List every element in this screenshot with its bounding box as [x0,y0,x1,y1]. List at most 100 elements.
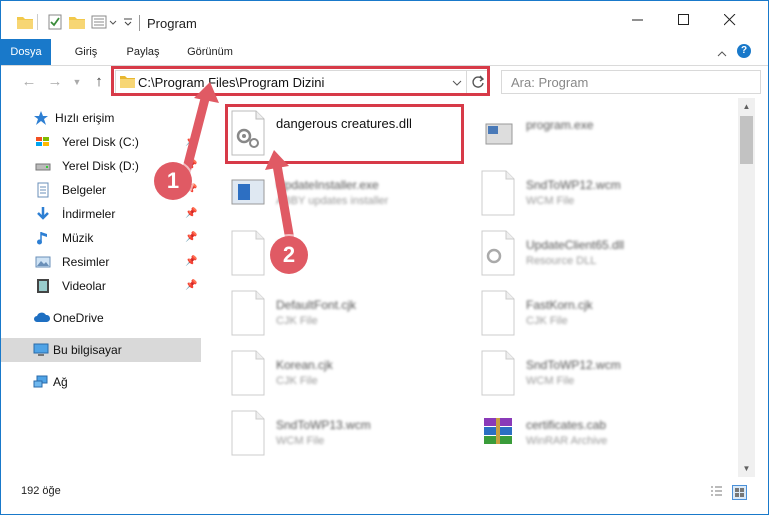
file-item[interactable]: Korean.cjk CJK File [230,346,470,402]
file-type: WCM File [526,195,575,207]
address-dropdown-icon[interactable] [452,76,462,90]
sidebar-item-label: Bu bilgisayar [53,343,122,357]
sidebar-item-this-pc[interactable]: Bu bilgisayar [1,338,201,362]
title-divider [139,15,140,31]
file-type: WCM File [526,375,575,387]
status-bar: 192 öğe [1,477,768,514]
cloud-icon [33,310,51,326]
maximize-button[interactable] [661,1,707,39]
installer-file-icon [230,170,266,216]
up-button[interactable]: ↑ [89,72,109,92]
window-title: Program [147,16,197,31]
file-type: WinRAR Archive [526,435,608,447]
help-icon[interactable]: ? [737,44,751,58]
sidebar-item-videos[interactable]: Videolar 📌 [1,274,201,298]
generic-file-icon [230,410,266,456]
scroll-up-icon[interactable]: ▲ [738,98,755,115]
recent-dropdown-icon[interactable]: ▼ [67,72,87,92]
pin-icon[interactable]: 📌 [185,136,197,147]
tab-share[interactable]: Paylaş [117,39,169,65]
file-item[interactable]: lk [230,226,470,282]
generic-file-icon [480,170,516,216]
sidebar-item-label: Hızlı erişim [55,111,115,125]
new-folder-icon[interactable] [69,13,85,31]
file-item[interactable]: UpdateInstaller.exe ABBY updates install… [230,166,470,222]
pin-icon[interactable]: 📌 [185,256,197,267]
download-icon [35,206,51,222]
file-item[interactable]: SndToWP12.wcm WCM File [480,166,720,222]
file-item[interactable]: SndToWP13.wcm WCM File [230,406,470,462]
explorer-window: Program Dosya Giriş Paylaş Görünüm ? ← →… [0,0,769,515]
file-item[interactable]: FastKorn.cjk CJK File [480,286,720,342]
maximize-icon [678,14,689,25]
file-item[interactable]: certificates.cab WinRAR Archive [480,406,720,462]
file-name: DefaultFont.cjk [276,298,357,312]
file-item[interactable]: UpdateClient65.dll Resource DLL [480,226,720,282]
folder-icon [120,74,135,91]
pin-icon[interactable]: 📌 [185,160,197,171]
address-path: C:\Program Files\Program Dizini [138,75,325,90]
pin-icon[interactable]: 📌 [185,208,197,219]
sidebar-item-music[interactable]: Müzik 📌 [1,226,201,250]
sidebar-item-local-disk-d[interactable]: Yerel Disk (D:) 📌 [1,154,201,178]
ribbon-tabs: Dosya Giriş Paylaş Görünüm ? [1,39,768,66]
ribbon-expand-icon[interactable] [717,47,727,61]
file-item[interactable]: SndToWP12.wcm WCM File [480,346,720,402]
pin-icon[interactable]: 📌 [185,184,197,195]
details-view-icon[interactable] [710,485,723,498]
sidebar-item-label: Müzik [62,231,94,245]
file-item[interactable]: program.exe [480,106,720,162]
file-name: SndToWP13.wcm [276,418,371,432]
minimize-icon [632,19,643,21]
scroll-down-icon[interactable]: ▼ [738,460,755,477]
search-box[interactable]: Ara: Program [501,70,761,94]
file-name: program.exe [526,118,594,132]
sidebar-item-documents[interactable]: Belgeler 📌 [1,178,201,202]
generic-file-icon [480,290,516,336]
file-item[interactable]: DefaultFont.cjk CJK File [230,286,470,342]
dropdown-icon[interactable] [123,13,133,31]
generic-file-icon [230,290,266,336]
pin-icon[interactable]: 📌 [185,232,197,243]
sidebar-item-pictures[interactable]: Resimler 📌 [1,250,201,274]
forward-button[interactable]: → [45,72,65,92]
minimize-button[interactable] [615,1,661,39]
sidebar-item-network[interactable]: Ağ [1,370,201,394]
file-type: CJK File [276,375,318,387]
refresh-button[interactable] [467,70,490,94]
tab-view[interactable]: Görünüm [179,39,241,65]
vertical-scrollbar[interactable]: ▲ ▼ [738,98,755,477]
pin-icon[interactable]: 📌 [185,280,197,291]
sidebar-item-local-disk-c[interactable]: Yerel Disk (C:) 📌 [1,130,201,154]
search-input[interactable]: Ara: Program [511,75,588,90]
pictures-icon [35,254,51,270]
file-name: certificates.cab [526,418,607,432]
close-button[interactable] [707,1,753,39]
large-icons-view-icon[interactable] [732,485,747,500]
music-icon [35,230,51,246]
generic-file-icon [480,350,516,396]
generic-file-icon [230,350,266,396]
video-icon [35,278,51,294]
sidebar-item-label: Resimler [62,255,110,269]
file-type: ABBY updates installer [276,195,389,207]
customize-icon[interactable] [91,13,121,31]
address-bar[interactable]: C:\Program Files\Program Dizini [115,70,467,94]
file-name: UpdateClient65.dll [526,238,625,252]
archive-file-icon [480,410,516,456]
tab-home[interactable]: Giriş [61,39,111,65]
title-bar: Program [1,1,768,39]
file-name: lk [276,238,285,252]
tab-file[interactable]: Dosya [1,39,51,65]
file-type: WCM File [276,435,325,447]
file-list: dangerous creatures.dll program.exe Upda… [202,98,738,477]
scroll-thumb[interactable] [740,116,753,164]
sidebar-item-onedrive[interactable]: OneDrive [1,306,201,330]
properties-icon[interactable] [47,13,63,31]
sidebar-item-downloads[interactable]: İndirmeler 📌 [1,202,201,226]
generic-file-icon [230,230,266,276]
star-icon [33,110,49,126]
back-button[interactable]: ← [19,72,39,92]
sidebar-item-quick-access[interactable]: Hızlı erişim [1,106,201,130]
file-item-dll[interactable]: dangerous creatures.dll [230,106,470,162]
